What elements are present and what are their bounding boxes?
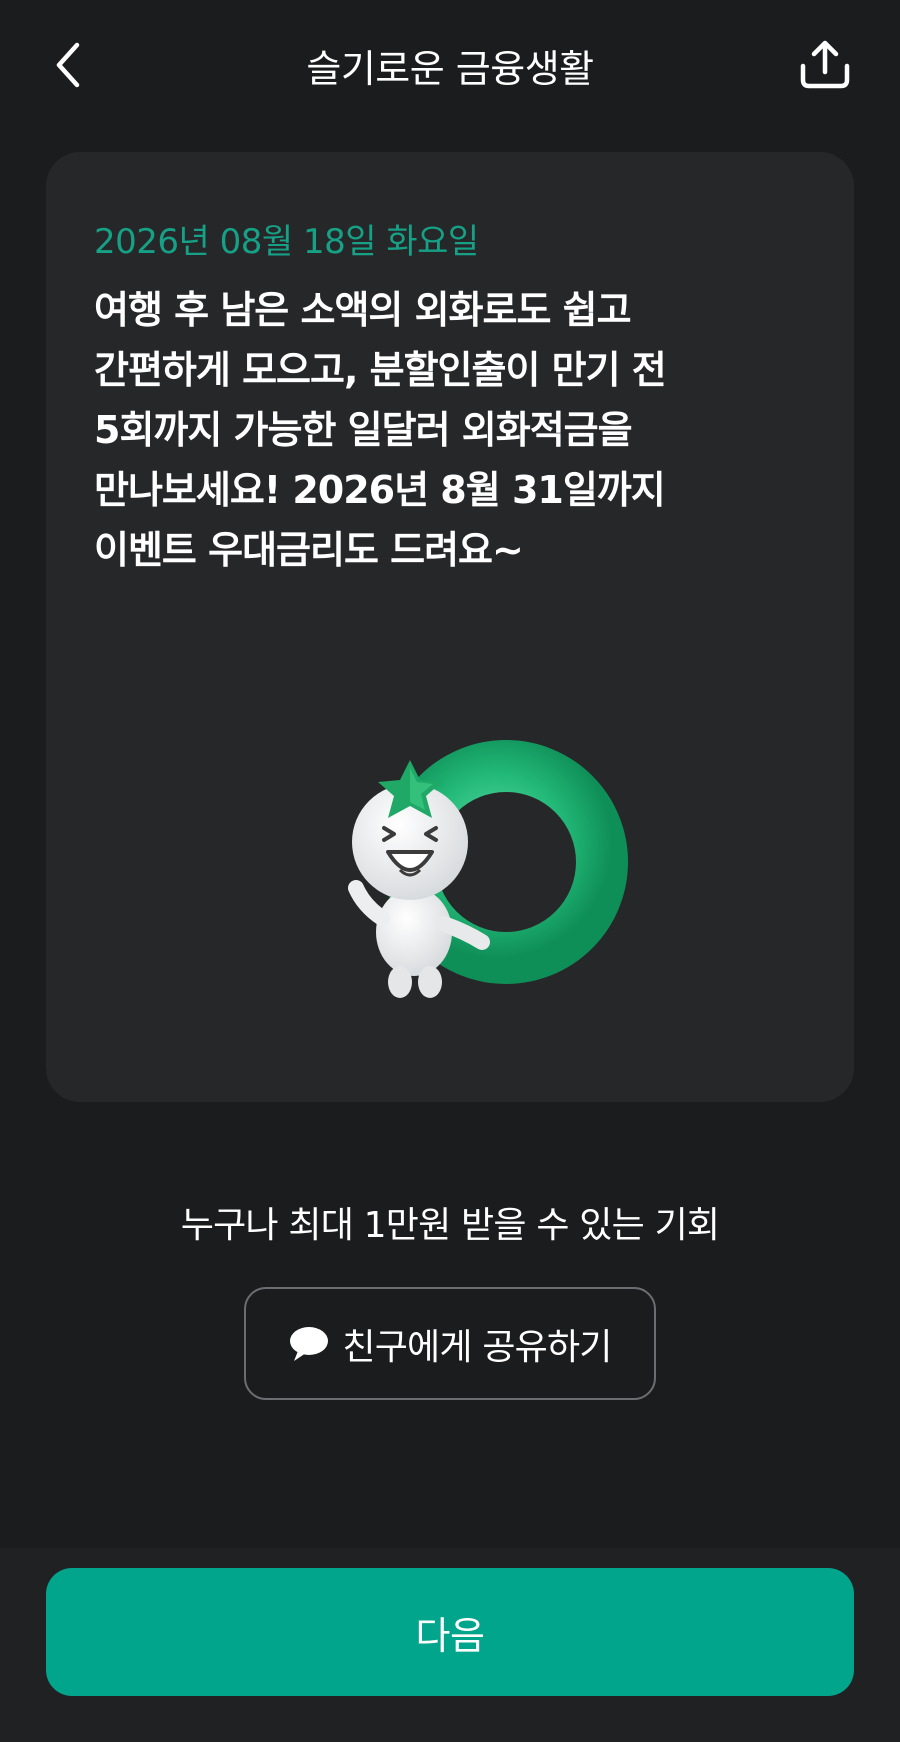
promo-text: 누구나 최대 1만원 받을 수 있는 기회 <box>180 1205 720 1246</box>
page-title: 슬기로운 금융생활 <box>306 47 594 91</box>
card-message: 여행 후 남은 소액의 외화로도 쉽고 간편하게 모으고, 분할인출이 만기 전… <box>94 288 667 572</box>
header: 슬기로운 금융생활 <box>0 0 900 130</box>
share-button[interactable] <box>790 30 860 100</box>
share-to-friend-button[interactable]: 친구에게 공유하기 <box>244 1287 656 1400</box>
next-button[interactable]: 다음 <box>46 1568 854 1696</box>
speech-bubble-icon <box>290 1326 329 1361</box>
card-date: 2026년 08월 18일 화요일 <box>94 222 479 262</box>
mascot-with-ring-illustration <box>296 692 636 1032</box>
message-card: 2026년 08월 18일 화요일 여행 후 남은 소액의 외화로도 쉽고 간편… <box>46 152 854 1102</box>
share-to-friend-label: 친구에게 공유하기 <box>342 1326 612 1368</box>
share-upload-icon <box>800 40 850 89</box>
screen: 슬기로운 금융생활 2026년 08월 18일 화요일 여행 후 남은 소액의 … <box>0 0 900 1742</box>
next-button-label: 다음 <box>415 1613 485 1658</box>
